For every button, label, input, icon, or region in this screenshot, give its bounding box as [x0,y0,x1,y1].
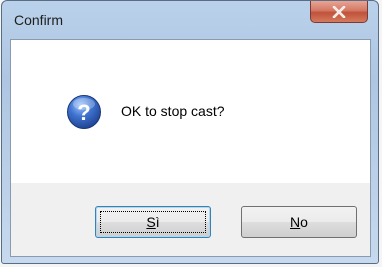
no-button[interactable]: No [241,206,357,238]
no-mnemonic: N [290,214,301,230]
yes-button-label: Sì [146,214,159,230]
yes-mnemonic: S [146,214,156,230]
confirm-message: OK to stop cast? [121,103,225,119]
window-title: Confirm [14,12,64,28]
yes-button[interactable]: Sì [95,206,211,238]
question-icon: ? [67,95,101,129]
message-area: ? OK to stop cast? [11,40,370,183]
title-bar[interactable]: Confirm [2,1,378,39]
yes-label-rest: ì [155,214,160,230]
dialog-window: Confirm ? OK to stop cast? Sì No [1,0,379,264]
no-label-rest: o [300,214,308,230]
svg-text:?: ? [77,100,90,125]
close-button[interactable] [310,1,368,23]
dialog-body: ? OK to stop cast? Sì No [10,39,371,257]
close-icon [332,5,346,18]
no-button-label: No [290,214,308,230]
